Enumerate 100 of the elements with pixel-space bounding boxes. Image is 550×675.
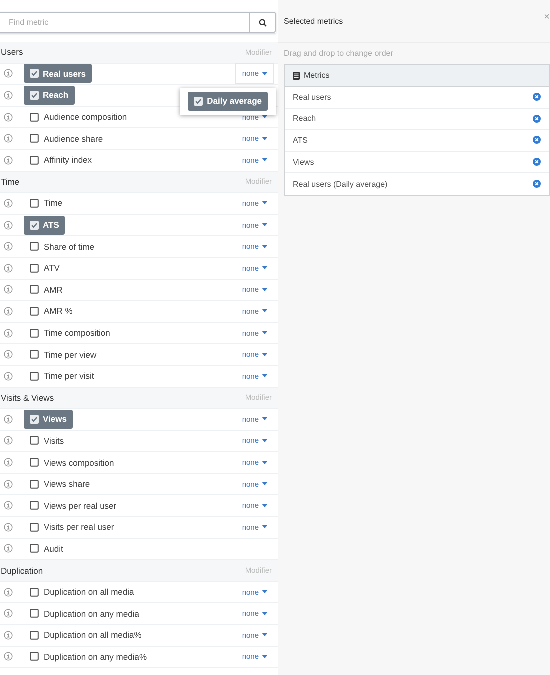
info-icon[interactable] <box>4 652 13 662</box>
empty-box-icon <box>30 264 39 273</box>
metric-checkbox[interactable]: Duplication on all media% <box>24 626 148 645</box>
info-icon[interactable] <box>4 588 13 597</box>
info-icon[interactable] <box>4 328 13 338</box>
caret-icon <box>262 374 268 378</box>
caret-icon <box>262 288 268 292</box>
group-title: Users <box>1 47 24 58</box>
remove-icon[interactable] <box>533 136 541 144</box>
metric-checkbox[interactable]: Reach <box>24 86 75 105</box>
info-icon[interactable] <box>4 264 13 273</box>
remove-icon[interactable] <box>533 114 541 123</box>
metric-checkbox[interactable]: Views <box>24 410 73 429</box>
empty-box-icon <box>30 436 39 446</box>
info-icon[interactable] <box>4 220 13 230</box>
empty-box-icon <box>30 112 39 122</box>
metric-checkbox[interactable]: ATV <box>24 258 66 278</box>
info-icon[interactable] <box>4 436 13 446</box>
info-icon[interactable] <box>4 609 13 618</box>
info-icon[interactable] <box>4 501 13 510</box>
metric-checkbox[interactable]: Visits <box>24 431 70 450</box>
info-icon[interactable] <box>4 156 13 165</box>
info-icon[interactable] <box>4 306 13 316</box>
info-icon[interactable] <box>4 480 13 489</box>
metric-checkbox[interactable]: Time per view <box>24 345 103 364</box>
metric-checkbox[interactable]: Audience share <box>24 129 110 148</box>
list-icon <box>293 72 300 80</box>
info-icon[interactable] <box>4 414 13 424</box>
metric-checkbox[interactable]: Duplication on any media <box>24 604 146 624</box>
caret-icon <box>262 654 268 659</box>
caret-icon <box>262 158 268 162</box>
caret-icon <box>262 309 268 314</box>
checked-box-icon <box>30 69 39 78</box>
info-icon[interactable] <box>4 242 13 252</box>
caret-icon <box>262 244 268 249</box>
metric-checkbox[interactable]: Views share <box>24 474 96 494</box>
info-icon[interactable] <box>4 522 13 532</box>
search-field[interactable]: Find metric <box>0 12 250 33</box>
search-button[interactable] <box>250 12 276 33</box>
metric-checkbox[interactable]: ATS <box>24 216 66 235</box>
caret-icon <box>262 201 268 206</box>
remove-icon[interactable] <box>533 93 541 102</box>
caret-icon <box>262 525 268 530</box>
selected-metric-item[interactable]: ATS <box>285 130 549 152</box>
close-button[interactable]: × <box>544 13 550 23</box>
info-icon[interactable] <box>4 69 13 78</box>
info-icon[interactable] <box>4 285 13 294</box>
info-icon[interactable] <box>4 630 13 640</box>
metric-checkbox[interactable]: Audit <box>24 539 70 558</box>
selected-metric-item[interactable]: Views <box>285 152 549 174</box>
empty-box-icon <box>30 652 39 662</box>
info-icon[interactable] <box>4 198 13 208</box>
metric-checkbox[interactable]: Visits per real user <box>24 518 120 537</box>
metric-checkbox[interactable]: Share of time <box>24 237 101 256</box>
empty-box-icon <box>30 588 39 597</box>
metric-name: Real users <box>293 92 332 102</box>
selected-metric-item[interactable]: Real users <box>285 87 549 109</box>
info-icon[interactable] <box>4 350 13 360</box>
caret-icon <box>262 352 268 357</box>
metric-checkbox[interactable]: Time composition <box>24 324 116 343</box>
remove-icon[interactable] <box>533 180 541 188</box>
info-icon[interactable] <box>4 90 13 100</box>
metric-checkbox[interactable]: Time per visit <box>24 366 100 386</box>
info-icon[interactable] <box>4 112 13 122</box>
info-icon[interactable] <box>4 372 13 381</box>
metric-checkbox[interactable]: Duplication on any media% <box>24 647 154 666</box>
empty-box-icon <box>30 458 39 468</box>
metric-checkbox[interactable]: Real users <box>24 64 92 84</box>
info-icon[interactable] <box>4 458 13 468</box>
caret-icon <box>262 482 268 486</box>
metric-checkbox[interactable]: AMR <box>24 280 69 300</box>
metric-name: ATS <box>293 136 308 145</box>
empty-box-icon <box>30 522 39 532</box>
metric-checkbox[interactable]: Views per real user <box>24 496 123 516</box>
metric-name: Real users (Daily average) <box>293 180 388 189</box>
caret-icon <box>262 136 268 141</box>
empty-box-icon <box>30 630 39 640</box>
metric-checkbox[interactable]: Time <box>24 194 69 213</box>
metric-checkbox[interactable]: Audience composition <box>24 108 134 127</box>
empty-box-icon <box>30 242 39 252</box>
group-title: Duplication <box>1 566 44 576</box>
panel-title: Selected metrics <box>284 16 344 26</box>
selected-metric-item[interactable]: Real users (Daily average) <box>285 173 549 195</box>
metric-checkbox[interactable]: AMR % <box>24 302 79 321</box>
checked-box-icon <box>30 220 39 230</box>
metric-checkbox[interactable]: Affinity index <box>24 150 98 170</box>
metric-checkbox[interactable]: Views composition <box>24 453 120 472</box>
hint-text: Drag and drop to change order <box>283 48 394 60</box>
info-icon[interactable] <box>4 544 13 554</box>
info-icon[interactable] <box>4 134 13 144</box>
caret-icon <box>262 72 268 76</box>
empty-box-icon <box>30 134 39 144</box>
metric-checkbox[interactable]: Daily average <box>188 92 268 111</box>
caret-icon <box>262 438 268 443</box>
selected-metric-item[interactable]: Reach <box>285 108 549 130</box>
checked-box-icon <box>30 414 39 424</box>
remove-icon[interactable] <box>533 158 541 166</box>
caret-icon <box>262 612 268 616</box>
metric-checkbox[interactable]: Duplication on all media <box>24 582 140 602</box>
metric-name: Reach <box>293 114 316 124</box>
